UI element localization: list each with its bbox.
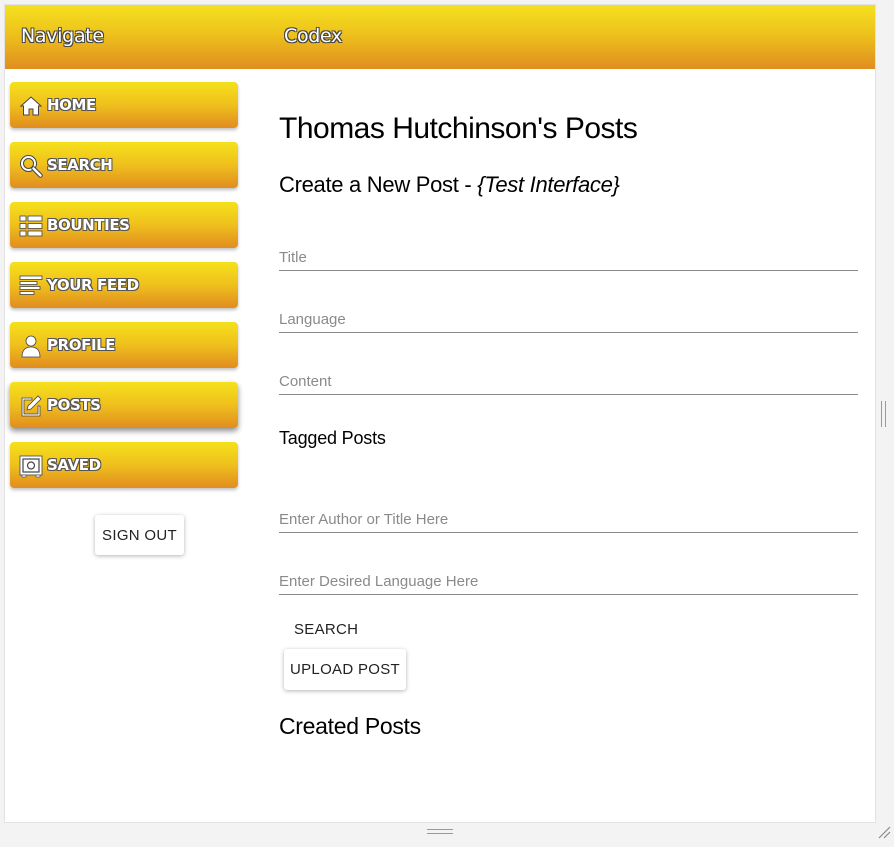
sidebar-item-label: POSTS [47,396,101,414]
language-field[interactable] [279,303,858,333]
sidebar-item-home[interactable]: HOME [10,82,238,128]
author-title-input[interactable] [279,511,858,528]
sidebar-item-posts[interactable]: POSTS [10,382,238,428]
created-posts-heading: Created Posts [279,713,421,739]
sidebar-item-saved[interactable]: SAVED [10,442,238,488]
author-title-field[interactable] [279,503,858,533]
top-bar: Navigate Codex [5,5,875,69]
sidebar-item-your-feed[interactable]: YOUR FEED [10,262,238,308]
create-post-heading: Create a New Post - {Test Interface} [279,172,620,198]
tagged-posts-heading: Tagged Posts [279,428,386,448]
title-input[interactable] [279,249,858,266]
upload-post-button[interactable]: UPLOAD POST [284,649,406,690]
search-button[interactable]: SEARCH [284,617,368,641]
desired-language-field[interactable] [279,565,858,595]
app-title: Codex [284,25,343,47]
feed-icon [19,275,43,295]
content-input[interactable] [279,373,858,390]
edit-icon [21,395,42,417]
sidebar-item-label: BOUNTIES [47,216,130,234]
sidebar: HOME SEARCH BOUNTIES YOUR FEED PROFILE P… [5,69,255,824]
create-post-heading-text: Create a New Post - [279,172,478,197]
sidebar-item-label: PROFILE [47,336,116,354]
sidebar-item-search[interactable]: SEARCH [10,142,238,188]
sidebar-item-label: HOME [47,96,96,114]
list-icon [19,215,43,237]
create-post-heading-italic: {Test Interface} [477,172,620,197]
sidebar-item-profile[interactable]: PROFILE [10,322,238,368]
sidebar-item-label: YOUR FEED [47,276,139,294]
sidebar-item-bounties[interactable]: BOUNTIES [10,202,238,248]
safe-icon [19,455,43,478]
title-field[interactable] [279,241,858,271]
content-field[interactable] [279,365,858,395]
sidebar-item-label: SAVED [47,456,101,474]
app-window: Navigate Codex HOME SEARCH BOUNTIES YOUR… [4,4,876,823]
page-title: Thomas Hutchinson's Posts [279,112,638,145]
resize-corner-icon[interactable] [877,825,891,839]
horizontal-resize-grip[interactable] [427,829,453,835]
desired-language-input[interactable] [279,573,858,590]
search-icon [20,155,43,178]
sign-out-button[interactable]: SIGN OUT [95,515,184,555]
navigate-title: Navigate [21,25,104,47]
sidebar-item-label: SEARCH [47,156,113,174]
home-icon [19,96,43,116]
person-icon [21,335,41,358]
vertical-resize-grip[interactable] [881,401,887,427]
language-input[interactable] [279,311,858,328]
